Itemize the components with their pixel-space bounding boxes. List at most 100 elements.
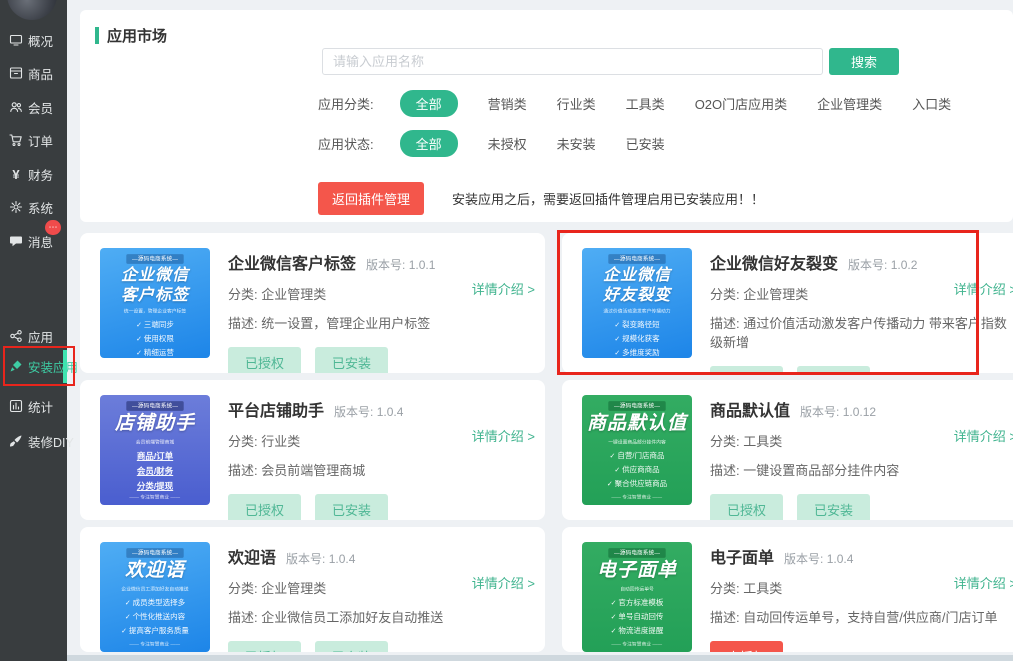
sidebar-item-install-apps[interactable]: 安装应用 [0,355,67,377]
category-option[interactable]: 营销类 [488,94,527,113]
sidebar-item-members[interactable]: 会员 [0,96,67,118]
category-label: 分类: [710,581,740,596]
status-badge-installed: 已安装 [315,641,388,652]
sidebar-item-label: 装修DIY [28,432,74,451]
app-cover-image: —源码电商系统— 企业微信 客户标签 统一设置，管理企业客户标签 三端同步 使用… [100,248,210,358]
app-card[interactable]: —源码电商系统— 商品默认值 一键设置商品部分挂件内容 自营/门店商品 供应商商… [562,380,1013,520]
status-badge-installed: 已安装 [315,347,388,373]
page-title: 应用市场 [95,25,167,46]
app-market-panel: 应用市场 搜索 应用分类: 全部 营销类 行业类 工具类 O2O门店应用类 企业… [80,10,1013,222]
active-item-indicator [63,350,67,383]
version-label: 版本号: [784,552,823,566]
sidebar-item-diy[interactable]: 装修DIY [0,430,67,452]
version-label: 版本号: [366,258,405,272]
version-value: 1.0.4 [377,405,404,419]
detail-link[interactable]: 详情介绍 > [472,279,535,298]
message-count-badge: ⋯ [45,220,61,235]
sidebar-item-label: 系统 [28,198,53,217]
back-to-plugins-button[interactable]: 返回插件管理 [318,182,424,215]
detail-link[interactable]: 详情介绍 > [472,573,535,592]
category-option[interactable]: 企业管理类 [817,94,882,113]
status-option-all[interactable]: 全部 [400,130,458,157]
desc-value: 企业微信员工添加好友自动推送 [261,610,443,625]
notice-text: 安装应用之后，需要返回插件管理启用已安装应用！！ [452,189,764,208]
app-cover-image: —源码电商系统— 商品默认值 一键设置商品部分挂件内容 自营/门店商品 供应商商… [582,395,692,505]
app-card-grid: —源码电商系统— 企业微信 客户标签 统一设置，管理企业客户标签 三端同步 使用… [80,233,1013,652]
detail-link[interactable]: 详情介绍 > [954,573,1013,592]
yen-icon: ¥ [9,167,23,182]
app-name: 平台店铺助手 [228,397,324,421]
sidebar-item-label: 应用 [28,327,53,346]
status-option[interactable]: 未安装 [557,134,596,153]
sidebar-item-label: 会员 [28,98,53,117]
app-cover-image: —源码电商系统— 欢迎语 企业微信员工添加好友自动推送 成员类型选择多 个性化推… [100,542,210,652]
app-name: 电子面单 [710,544,774,568]
detail-link[interactable]: 详情介绍 > [472,426,535,445]
app-card-highlighted[interactable]: —源码电商系统— 企业微信 好友裂变 通过价值活动激发客户传播动力 裂变路径短 … [562,233,1013,373]
version-value: 1.0.1 [409,258,436,272]
status-badge-unauthorized: 未授权 [710,641,783,652]
install-brush-icon [9,359,23,373]
category-label: 分类: [710,287,740,302]
gear-icon [9,200,23,214]
bottom-edge-strip [67,655,1013,661]
desc-label: 描述: [228,316,258,331]
cart-icon [9,133,23,147]
sidebar-item-system[interactable]: 系统 [0,196,67,218]
sidebar-item-overview[interactable]: 概况 [0,29,67,51]
status-option[interactable]: 未授权 [488,134,527,153]
status-badge-authorized: 已授权 [710,366,783,373]
category-label: 分类: [228,434,258,449]
sidebar-item-apps[interactable]: 应用 [0,325,67,347]
app-card[interactable]: —源码电商系统— 店铺助手 会员前端管理商城 商品/订单 会员/财务 分类/提现… [80,380,545,520]
desc-label: 描述: [710,316,740,331]
app-card[interactable]: —源码电商系统— 企业微信 客户标签 统一设置，管理企业客户标签 三端同步 使用… [80,233,545,373]
sidebar-item-stats[interactable]: 统计 [0,395,67,417]
category-option-all[interactable]: 全部 [400,90,458,117]
category-value: 企业管理类 [261,581,326,596]
category-value: 行业类 [261,434,300,449]
chat-bubble-icon [9,234,23,248]
bar-chart-icon [9,399,23,413]
app-card[interactable]: —源码电商系统— 电子面单 自动回传运单号 官方标准模板 单号自动回传 物流进度… [562,527,1013,652]
users-icon [9,100,23,114]
sidebar-item-label: 统计 [28,397,53,416]
category-value: 企业管理类 [261,287,326,302]
status-badge-authorized: 已授权 [228,494,301,520]
detail-link[interactable]: 详情介绍 > [954,279,1013,298]
version-label: 版本号: [800,405,839,419]
app-cover-image: —源码电商系统— 店铺助手 会员前端管理商城 商品/订单 会员/财务 分类/提现… [100,395,210,505]
category-option[interactable]: 行业类 [557,94,596,113]
status-option[interactable]: 已安装 [626,134,665,153]
app-card[interactable]: —源码电商系统— 欢迎语 企业微信员工添加好友自动推送 成员类型选择多 个性化推… [80,527,545,652]
search-button[interactable]: 搜索 [829,48,899,75]
sidebar-item-label: 财务 [28,165,53,184]
user-avatar[interactable] [7,0,57,20]
category-option[interactable]: 入口类 [912,94,951,113]
desc-label: 描述: [228,463,258,478]
desc-label: 描述: [228,610,258,625]
category-value: 工具类 [743,581,782,596]
sidebar-item-label: 概况 [28,31,53,50]
desc-value: 统一设置，管理企业用户标签 [261,316,430,331]
detail-link[interactable]: 详情介绍 > [954,426,1013,445]
category-filter-row: 应用分类: 全部 营销类 行业类 工具类 O2O门店应用类 企业管理类 入口类 [318,90,951,117]
sidebar-item-label: 订单 [28,131,53,150]
desc-value: 自动回传运单号，支持自营/供应商/门店订单 [743,610,997,625]
monitor-icon [9,33,23,47]
search-input[interactable] [322,48,823,75]
category-option[interactable]: 工具类 [626,94,665,113]
app-cover-image: —源码电商系统— 企业微信 好友裂变 通过价值活动激发客户传播动力 裂变路径短 … [582,248,692,358]
sidebar-item-goods[interactable]: 商品 [0,62,67,84]
desc-label: 描述: [710,463,740,478]
category-option[interactable]: O2O门店应用类 [695,94,787,113]
app-name: 企业微信客户标签 [228,250,356,274]
status-filter-label: 应用状态: [318,134,374,153]
notice-row: 返回插件管理 安装应用之后，需要返回插件管理启用已安装应用！！ [318,182,764,215]
status-badge-installed: 已安装 [797,494,870,520]
sidebar-item-orders[interactable]: 订单 [0,129,67,151]
version-value: 1.0.12 [843,405,876,419]
version-value: 1.0.2 [891,258,918,272]
sidebar-item-finance[interactable]: ¥ 财务 [0,163,67,185]
version-value: 1.0.4 [827,552,854,566]
